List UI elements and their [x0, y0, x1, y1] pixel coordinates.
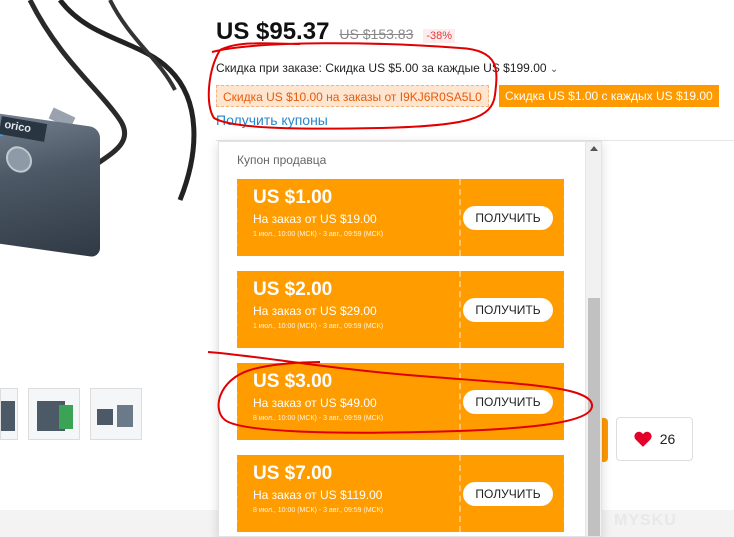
coupon-card: US $3.00 На заказ от US $49.00 8 июл., 1… [234, 363, 567, 440]
device-power-button [6, 144, 32, 175]
price-row: US $95.37 US $153.83 -38% [216, 18, 456, 46]
store-discount[interactable]: Скидка при заказе: Скидка US $5.00 за ка… [216, 61, 558, 75]
coupon-dates: 1 июл., 10:00 (МСК) - 3 авг., 09:59 (МСК… [253, 323, 384, 330]
coupon-amount: US $1.00 [253, 187, 333, 208]
coupon-card: US $2.00 На заказ от US $29.00 1 июл., 1… [234, 271, 567, 348]
promo-code-tag[interactable]: Скидка US $10.00 на заказы от I9KJ6R0SA5… [216, 85, 489, 107]
coupon-condition: На заказ от US $19.00 [253, 212, 377, 226]
thumbnail[interactable] [0, 388, 18, 440]
wishlist-count: 26 [659, 431, 676, 447]
original-price: US $153.83 [339, 26, 414, 42]
coupon-card: US $7.00 На заказ от US $119.00 8 июл., … [234, 455, 567, 532]
thumbnail[interactable] [90, 388, 142, 440]
coupon-card: US $1.00 На заказ от US $19.00 1 июл., 1… [234, 179, 567, 256]
coupon-amount: US $7.00 [253, 463, 333, 484]
popup-scrollbar[interactable] [585, 142, 601, 536]
coupon-condition: На заказ от US $49.00 [253, 396, 377, 410]
chevron-down-icon[interactable]: ⌄ [550, 64, 558, 75]
coupon-dates: 8 июл., 10:00 (МСК) - 3 авг., 09:59 (МСК… [253, 415, 384, 422]
heart-icon [634, 431, 652, 447]
coupon-amount: US $2.00 [253, 279, 333, 300]
coupon-dates: 8 июл., 10:00 (МСК) - 3 авг., 09:59 (МСК… [253, 507, 384, 514]
discount-badge: -38% [423, 29, 456, 43]
watermark: MYSKU [614, 512, 677, 529]
coupon-amount: US $3.00 [253, 371, 333, 392]
coupon-condition: На заказ от US $29.00 [253, 304, 377, 318]
wishlist-button[interactable]: 26 [616, 417, 693, 461]
popup-title: Купон продавца [237, 153, 327, 167]
seller-coupon-popup: Купон продавца US $1.00 На заказ от US $… [218, 141, 602, 537]
get-coupon-button[interactable]: ПОЛУЧИТЬ [463, 390, 553, 414]
coupon-dates: 1 июл., 10:00 (МСК) - 3 авг., 09:59 (МСК… [253, 231, 384, 238]
get-coupon-button[interactable]: ПОЛУЧИТЬ [463, 298, 553, 322]
store-discount-text: Скидка при заказе: Скидка US $5.00 за ка… [216, 61, 547, 75]
product-page: orico US $95.37 US $153.83 -38% Скидка п… [0, 0, 734, 537]
current-price: US $95.37 [216, 18, 330, 45]
thumbnail-strip [0, 388, 142, 444]
get-coupon-button[interactable]: ПОЛУЧИТЬ [463, 206, 553, 230]
thumbnail[interactable] [28, 388, 80, 440]
promo-discount-tag[interactable]: Скидка US $1.00 с каждых US $19.00 [499, 85, 719, 107]
scroll-up-arrow-icon[interactable] [590, 146, 598, 151]
coupon-condition: На заказ от US $119.00 [253, 488, 383, 502]
scroll-thumb[interactable] [588, 298, 600, 536]
get-coupon-button[interactable]: ПОЛУЧИТЬ [463, 482, 553, 506]
get-coupons-link[interactable]: Получить купоны [216, 112, 328, 128]
product-main-image[interactable]: orico [0, 0, 200, 290]
